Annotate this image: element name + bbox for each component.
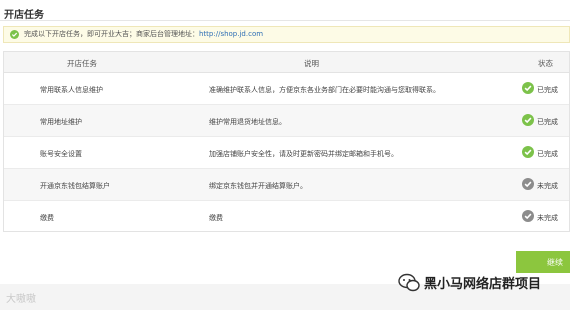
task-name: 常用地址维护 bbox=[40, 118, 82, 126]
watermark-left: 大嗷嗷 bbox=[6, 294, 36, 305]
column-header-status: 状态 bbox=[538, 59, 553, 68]
notice-text: 完成以下开店任务，即可开业大吉；商家后台管理地址：http://shop.jd.… bbox=[24, 27, 263, 42]
task-name: 账号安全设置 bbox=[40, 150, 82, 158]
task-name: 常用联系人信息维护 bbox=[40, 86, 103, 94]
notice-banner: 完成以下开店任务，即可开业大吉；商家后台管理地址：http://shop.jd.… bbox=[3, 26, 570, 43]
table-row: 账号安全设置 加强店铺账户安全性，请及时更新密码并绑定邮箱和手机号。 已完成 bbox=[4, 137, 569, 169]
continue-label: 继续 bbox=[547, 258, 563, 267]
status-label: 已完成 bbox=[537, 86, 558, 94]
task-description: 维护常用退货地址信息。 bbox=[209, 118, 286, 126]
tasks-table: 开店任务 说明 状态 常用联系人信息维护 准确维护联系人信息，方便京东各业务部门… bbox=[3, 51, 570, 232]
table-row: 常用联系人信息维护 准确维护联系人信息，方便京东各业务部门在必要时能沟通与您取得… bbox=[4, 73, 569, 105]
status-label: 已完成 bbox=[537, 118, 558, 126]
check-circle-icon bbox=[522, 82, 534, 94]
table-row: 开通京东钱包结算账户 绑定京东钱包并开通结算账户。 未完成 bbox=[4, 169, 569, 201]
check-circle-icon bbox=[522, 146, 534, 158]
watermark-right-text: 黑小马网络店群项目 bbox=[424, 277, 542, 292]
check-circle-icon bbox=[10, 30, 19, 39]
column-header-desc: 说明 bbox=[304, 59, 319, 68]
status-label: 已完成 bbox=[537, 150, 558, 158]
title-divider bbox=[0, 20, 570, 21]
task-description: 绑定京东钱包并开通结算账户。 bbox=[209, 182, 307, 190]
task-description: 加强店铺账户安全性，请及时更新密码并绑定邮箱和手机号。 bbox=[209, 150, 398, 158]
shop-admin-link[interactable]: http://shop.jd.com bbox=[199, 30, 263, 38]
status-label: 未完成 bbox=[537, 214, 558, 222]
task-description: 缴费 bbox=[209, 214, 223, 222]
check-circle-icon bbox=[522, 114, 534, 126]
check-circle-gray-icon bbox=[522, 178, 534, 190]
task-description: 准确维护联系人信息，方便京东各业务部门在必要时能沟通与您取得联系。 bbox=[209, 86, 440, 94]
task-name: 缴费 bbox=[40, 214, 54, 222]
continue-button[interactable]: 继续 bbox=[516, 251, 570, 273]
check-circle-gray-icon bbox=[522, 210, 534, 222]
table-row: 缴费 缴费 未完成 bbox=[4, 201, 569, 233]
table-header: 开店任务 说明 状态 bbox=[4, 52, 569, 73]
status-label: 未完成 bbox=[537, 182, 558, 190]
table-row: 常用地址维护 维护常用退货地址信息。 已完成 bbox=[4, 105, 569, 137]
wechat-icon bbox=[398, 273, 420, 292]
column-header-task: 开店任务 bbox=[67, 59, 97, 68]
notice-message: 完成以下开店任务，即可开业大吉；商家后台管理地址： bbox=[24, 30, 199, 38]
page-title: 开店任务 bbox=[4, 10, 44, 21]
task-name: 开通京东钱包结算账户 bbox=[40, 182, 110, 190]
